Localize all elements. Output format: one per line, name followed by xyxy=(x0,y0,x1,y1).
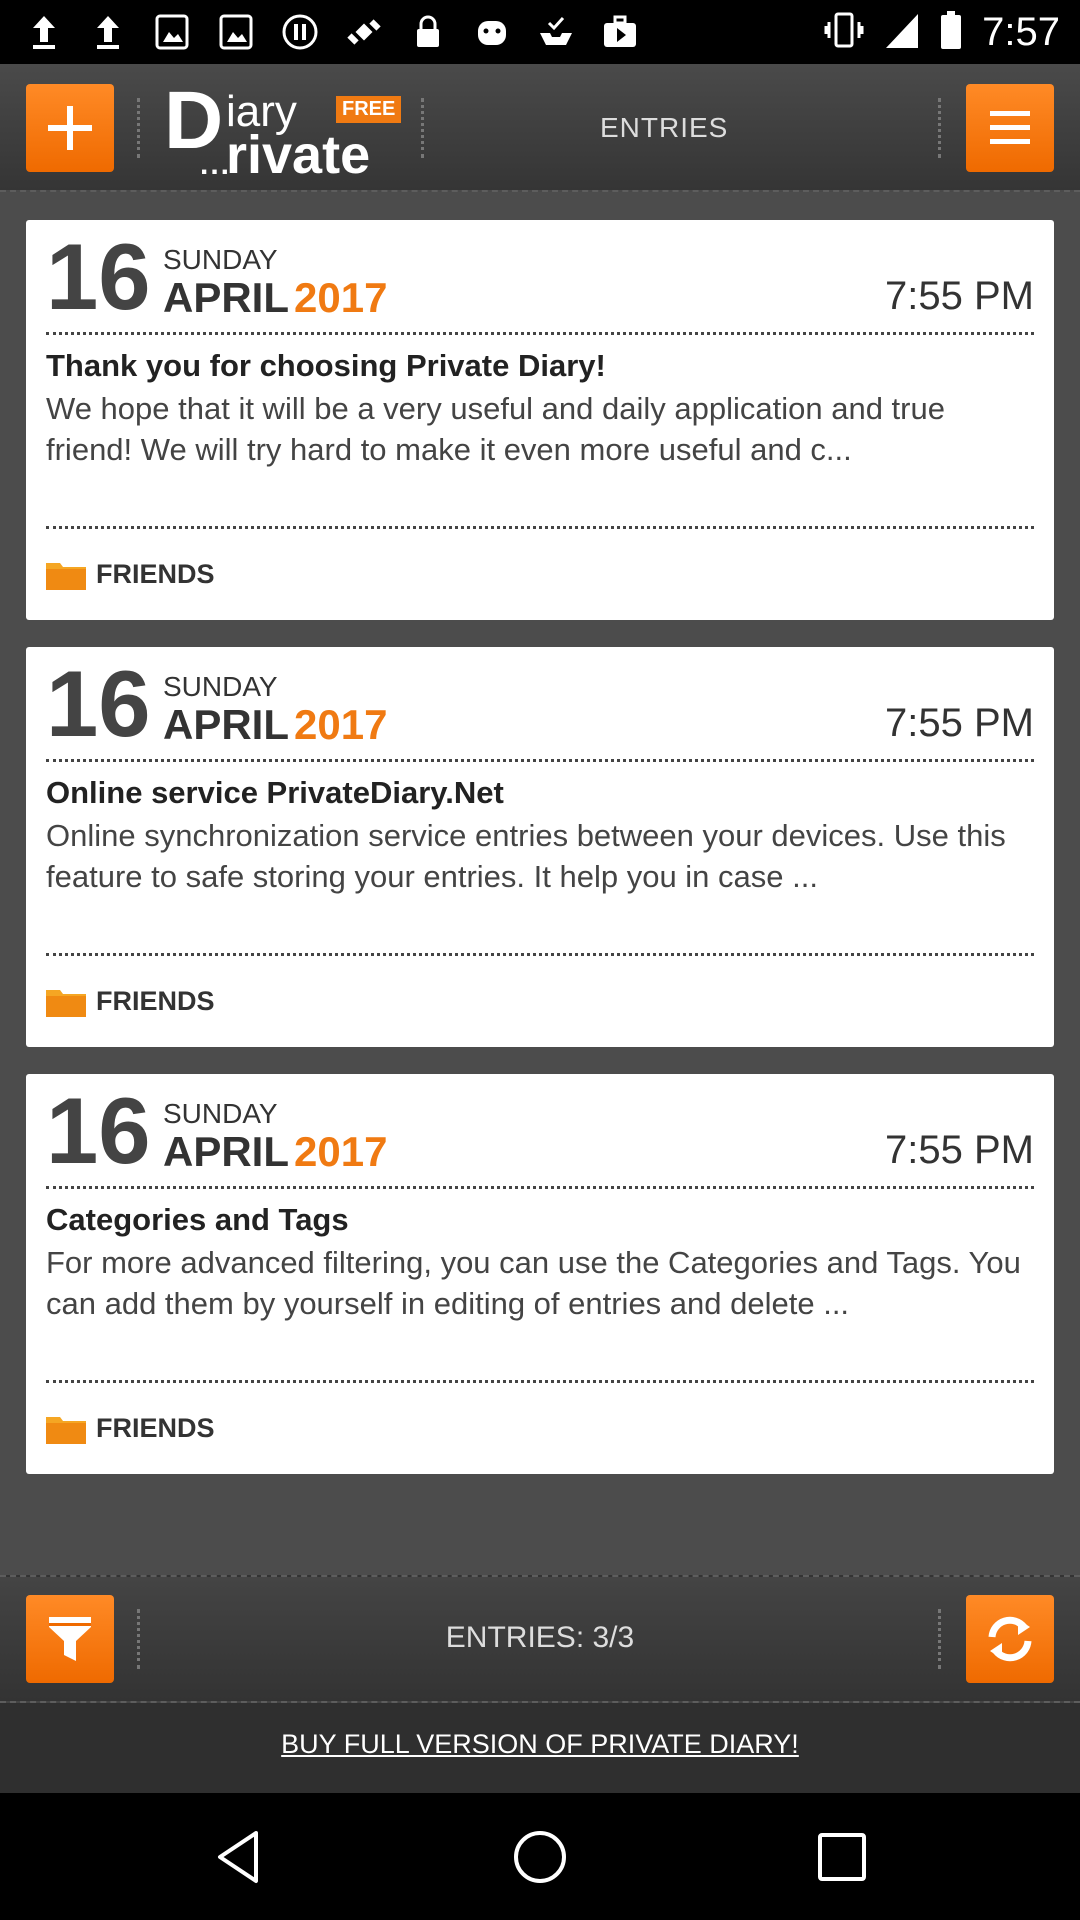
entry-title: Categories and Tags xyxy=(46,1202,349,1237)
folder-icon xyxy=(46,1417,86,1444)
entry-year: 2017 xyxy=(294,274,388,321)
entry-day: 16 xyxy=(46,651,151,756)
entry-card[interactable]: 16 SUNDAY APRIL 2017 7:55 PM Thank you f… xyxy=(26,220,1054,620)
entry-card[interactable]: 16 SUNDAY APRIL 2017 7:55 PM Online serv… xyxy=(26,647,1054,1047)
entry-weekday: SUNDAY xyxy=(163,671,278,702)
entry-day: 16 xyxy=(46,1078,151,1183)
plus-icon xyxy=(48,106,92,150)
divider xyxy=(46,953,1034,956)
home-icon xyxy=(514,1831,566,1883)
divider xyxy=(46,1380,1034,1383)
status-time: 7:57 xyxy=(982,10,1060,54)
entry-category: FRIENDS xyxy=(96,559,215,589)
buy-full-version-link[interactable]: BUY FULL VERSION OF PRIVATE DIARY! xyxy=(0,1729,1080,1760)
briefcase-play-icon xyxy=(600,12,640,52)
free-badge: FREE xyxy=(336,96,402,123)
system-status: 7:57 xyxy=(824,10,1060,55)
image-icon xyxy=(216,12,256,52)
divider xyxy=(46,526,1034,529)
system-nav-bar xyxy=(0,1793,1080,1920)
divider xyxy=(938,1609,942,1669)
entry-time: 7:55 PM xyxy=(885,701,1034,745)
entry-weekday: SUNDAY xyxy=(163,244,278,275)
battery-icon xyxy=(940,10,962,55)
entry-card[interactable]: 16 SUNDAY APRIL 2017 7:55 PM Categories … xyxy=(26,1074,1054,1474)
upload-arrow-icon xyxy=(24,12,64,52)
upload-arrow-icon xyxy=(88,12,128,52)
menu-button[interactable] xyxy=(966,84,1054,172)
entry-year: 2017 xyxy=(294,1128,388,1175)
inbox-check-icon xyxy=(536,12,576,52)
entry-title: Online service PrivateDiary.Net xyxy=(46,775,504,810)
entry-month: APRIL xyxy=(163,274,289,321)
entry-month: APRIL xyxy=(163,1128,289,1175)
pause-icon xyxy=(280,12,320,52)
entries-list: 16 SUNDAY APRIL 2017 7:55 PM Thank you f… xyxy=(0,192,1080,1575)
entry-day: 16 xyxy=(46,224,151,329)
android-icon xyxy=(472,12,512,52)
entry-category: FRIENDS xyxy=(96,1413,215,1443)
buy-banner: BUY FULL VERSION OF PRIVATE DIARY! xyxy=(0,1703,1080,1793)
home-button[interactable] xyxy=(504,1821,576,1893)
divider xyxy=(46,759,1034,762)
recents-button[interactable] xyxy=(806,1821,878,1893)
recents-icon xyxy=(818,1833,866,1881)
lock-icon xyxy=(408,12,448,52)
divider xyxy=(137,98,141,158)
entry-year: 2017 xyxy=(294,701,388,748)
entry-body: For more advanced filtering, you can use… xyxy=(46,1245,1021,1321)
entry-title: Thank you for choosing Private Diary! xyxy=(46,348,606,383)
entry-body: Online synchronization service entries b… xyxy=(46,818,1006,894)
entry-month: APRIL xyxy=(163,701,289,748)
divider xyxy=(938,98,942,158)
image-icon xyxy=(152,12,192,52)
entry-weekday: SUNDAY xyxy=(163,1098,278,1129)
folder-icon xyxy=(46,563,86,590)
divider xyxy=(46,1186,1034,1189)
page-title: ENTRIES xyxy=(600,112,729,143)
entry-time: 7:55 PM xyxy=(885,274,1034,318)
notification-icons xyxy=(24,12,640,52)
sync-icon xyxy=(988,1616,1032,1662)
divider xyxy=(46,332,1034,335)
entries-count: ENTRIES: 3/3 xyxy=(445,1621,635,1654)
satellite-icon xyxy=(344,12,384,52)
divider xyxy=(421,98,425,158)
folder-icon xyxy=(46,990,86,1017)
menu-icon xyxy=(990,111,1030,144)
vibrate-icon xyxy=(824,10,864,55)
back-icon xyxy=(218,1831,258,1883)
logo-rivate: rivate xyxy=(226,125,371,185)
entry-body: We hope that it will be a very useful an… xyxy=(46,391,945,467)
entry-category: FRIENDS xyxy=(96,986,215,1016)
back-button[interactable] xyxy=(202,1821,274,1893)
signal-icon xyxy=(884,10,920,55)
add-entry-button[interactable] xyxy=(26,84,114,172)
app-header: D iary FREE ... rivate ENTRIES xyxy=(0,64,1080,192)
app-logo: D iary FREE ... rivate xyxy=(164,80,424,182)
status-bar: 7:57 xyxy=(0,0,1080,64)
entry-time: 7:55 PM xyxy=(885,1128,1034,1172)
bottom-toolbar: ENTRIES: 3/3 xyxy=(0,1575,1080,1703)
sync-button[interactable] xyxy=(966,1595,1054,1683)
